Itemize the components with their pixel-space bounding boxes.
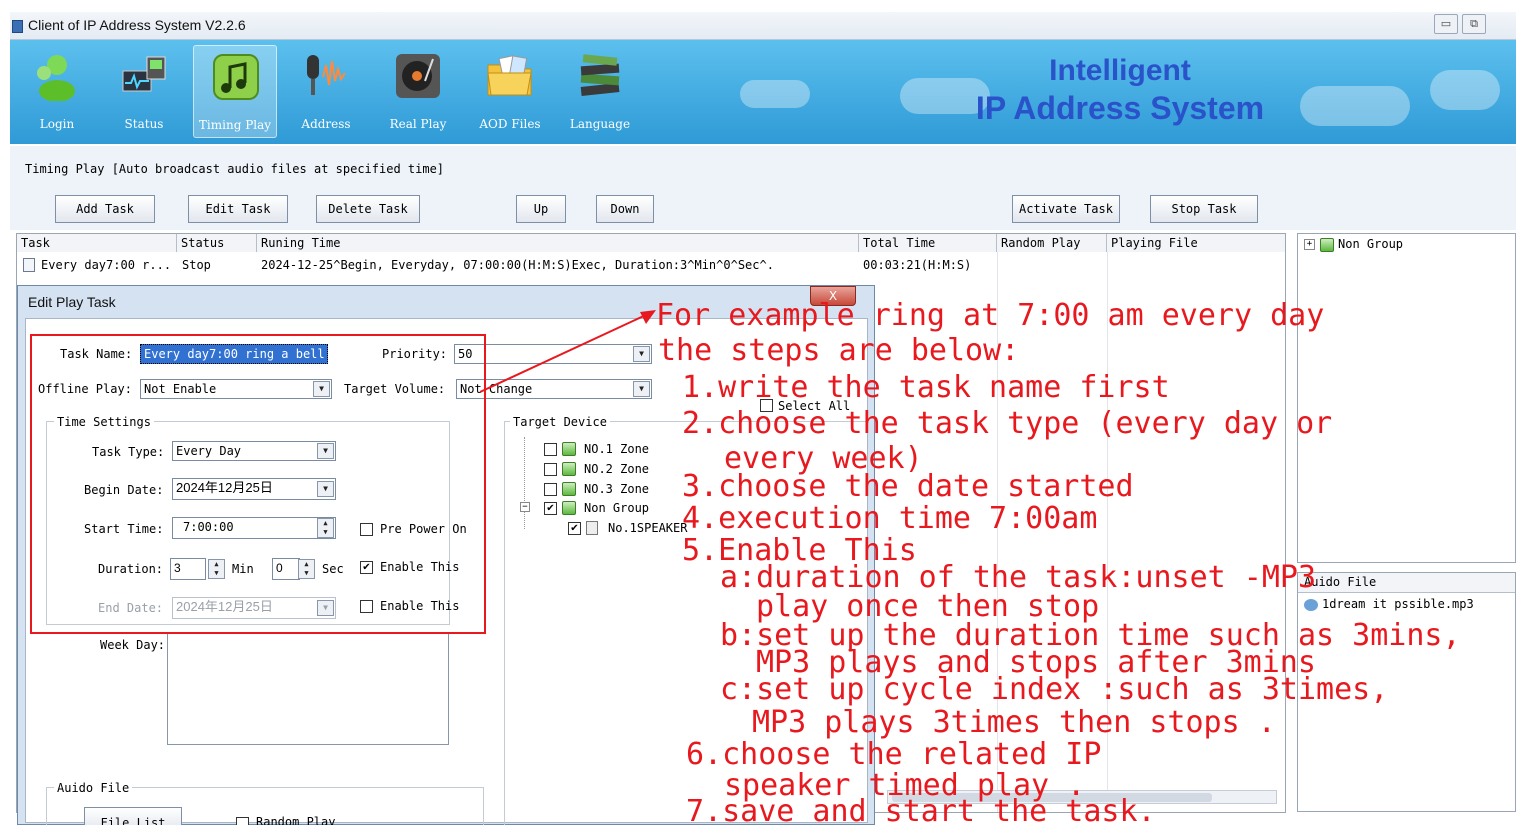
audio-file-icon — [1304, 599, 1318, 611]
non-group-checkbox[interactable]: ✔ — [544, 502, 557, 515]
page-description: Timing Play [Auto broadcast audio files … — [25, 162, 444, 176]
column-header-status[interactable]: Status — [177, 234, 257, 252]
group-icon — [562, 501, 576, 515]
tree-node-zone3[interactable]: NO.3 Zone — [584, 482, 649, 496]
annotation-line: 6.choose the related IP — [686, 740, 1101, 770]
toolbar-label: AOD Files — [468, 117, 552, 131]
dialog-title: Edit Play Task — [28, 294, 116, 310]
activate-task-button[interactable]: Activate Task — [1012, 195, 1120, 223]
random-play-checkbox[interactable] — [236, 817, 249, 825]
monitor-icon — [119, 51, 169, 101]
speaker-checkbox[interactable]: ✔ — [568, 522, 581, 535]
annotation-line: 3.choose the date started — [682, 472, 1134, 502]
zone2-checkbox[interactable] — [544, 463, 557, 476]
week-day-list[interactable] — [167, 633, 449, 745]
annotation-line: 2.choose the task type (every day or — [682, 409, 1332, 439]
up-button[interactable]: Up — [516, 195, 566, 223]
group-icon — [562, 462, 576, 476]
toolbar-address[interactable]: Address — [284, 45, 368, 138]
audio-panel-header: Auido File — [1298, 573, 1515, 593]
annotation-line: the steps are below: — [658, 336, 1019, 366]
cell-total-time: 00:03:21(H:M:S) — [863, 256, 971, 274]
users-icon — [32, 51, 82, 101]
column-header-running-time[interactable]: Runing Time — [257, 234, 859, 252]
annotation-line: c:set up cycle index :such as 3times, — [720, 675, 1388, 705]
minimize-button[interactable]: ▭ — [1434, 14, 1458, 34]
random-play-label: Random Play — [256, 815, 335, 825]
annotation-arrow — [470, 300, 670, 400]
toolbar-aod-files[interactable]: AOD Files — [468, 45, 552, 138]
cloud-decoration — [1300, 86, 1410, 126]
delete-task-button[interactable]: Delete Task — [316, 195, 420, 223]
column-header-task[interactable]: Task — [17, 234, 177, 252]
banner: Login Status Timing Play Address — [10, 40, 1516, 144]
cell-task: Every day7:00 r... — [41, 256, 171, 274]
toolbar-label: Address — [284, 117, 368, 131]
toolbar-label: Login — [15, 117, 99, 131]
table-row[interactable]: Every day7:00 r... Stop 2024-12-25^Begin… — [17, 256, 1285, 274]
expand-toggle[interactable]: + — [1304, 239, 1315, 250]
tree-node-zone2[interactable]: NO.2 Zone — [584, 462, 649, 476]
toolbar-timing-play[interactable]: Timing Play — [193, 45, 277, 138]
task-file-icon — [23, 258, 35, 272]
column-header-total-time[interactable]: Total Time — [859, 234, 997, 252]
down-button[interactable]: Down — [596, 195, 654, 223]
speaker-icon — [586, 521, 598, 535]
music-note-icon — [211, 52, 261, 102]
annotation-line: 1.write the task name first — [682, 373, 1170, 403]
toolbar-label: Status — [102, 117, 186, 131]
toolbar-login[interactable]: Login — [15, 45, 99, 138]
folder-icon — [485, 51, 535, 101]
tree-node-speaker[interactable]: No.1SPEAKER — [608, 521, 687, 535]
cloud-decoration — [1430, 70, 1500, 110]
title-bar: Client of IP Address System V2.2.6 ▭ ⧉ — [10, 12, 1516, 40]
cell-running-time: 2024-12-25^Begin, Everyday, 07:00:00(H:M… — [261, 256, 774, 274]
annotation-line: 4.execution time 7:00am — [682, 504, 1097, 534]
toolbar-label: Real Play — [376, 117, 460, 131]
annotation-line: For example ring at 7:00 am every day — [656, 301, 1324, 331]
microphone-icon — [301, 51, 351, 101]
annotation-line: MP3 plays 3times then stops . — [752, 708, 1276, 738]
zone3-checkbox[interactable] — [544, 483, 557, 496]
week-day-label: Week Day: — [100, 638, 165, 652]
action-bar: Add Task Edit Task Delete Task Up Down A… — [10, 186, 1516, 230]
group-icon — [562, 482, 576, 496]
column-header-playing-file[interactable]: Playing File — [1107, 234, 1285, 252]
tree-node-non-group[interactable]: Non Group — [1338, 237, 1403, 251]
books-icon — [575, 51, 625, 101]
group-icon — [1320, 238, 1334, 252]
toolbar-label: Timing Play — [194, 118, 276, 132]
stop-task-button[interactable]: Stop Task — [1150, 195, 1258, 223]
audio-file-group-label: Auido File — [54, 781, 132, 795]
info-bar: Timing Play [Auto broadcast audio files … — [10, 146, 1516, 186]
collapse-toggle[interactable]: − — [520, 502, 530, 512]
toolbar-label: Language — [558, 117, 642, 131]
brand-title-line2: IP Address System — [930, 90, 1310, 127]
window-title: Client of IP Address System V2.2.6 — [28, 17, 246, 33]
group-tree-panel: + Non Group — [1297, 233, 1516, 563]
add-task-button[interactable]: Add Task — [55, 195, 155, 223]
group-icon — [562, 442, 576, 456]
cloud-decoration — [740, 80, 810, 108]
audio-file-item[interactable]: 1dream it pssible.mp3 — [1322, 597, 1474, 611]
tree-node-zone1[interactable]: NO.1 Zone — [584, 442, 649, 456]
annotation-line: 7.save and start the task. — [686, 797, 1156, 825]
maximize-button[interactable]: ⧉ — [1462, 14, 1486, 34]
file-list-button[interactable]: File List — [84, 807, 182, 825]
toolbar-status[interactable]: Status — [102, 45, 186, 138]
zone1-checkbox[interactable] — [544, 443, 557, 456]
edit-task-button[interactable]: Edit Task — [188, 195, 288, 223]
cell-status: Stop — [182, 256, 211, 274]
target-device-label: Target Device — [510, 415, 610, 429]
column-header-random-play[interactable]: Random Play — [997, 234, 1107, 252]
toolbar-real-play[interactable]: Real Play — [376, 45, 460, 138]
highlight-box — [30, 334, 486, 634]
app-icon — [12, 20, 23, 33]
turntable-icon — [393, 51, 443, 101]
toolbar-language[interactable]: Language — [558, 45, 642, 138]
brand-title-line1: Intelligent — [970, 54, 1270, 88]
tree-connector — [524, 437, 525, 529]
tree-node-non-group[interactable]: Non Group — [584, 501, 649, 515]
